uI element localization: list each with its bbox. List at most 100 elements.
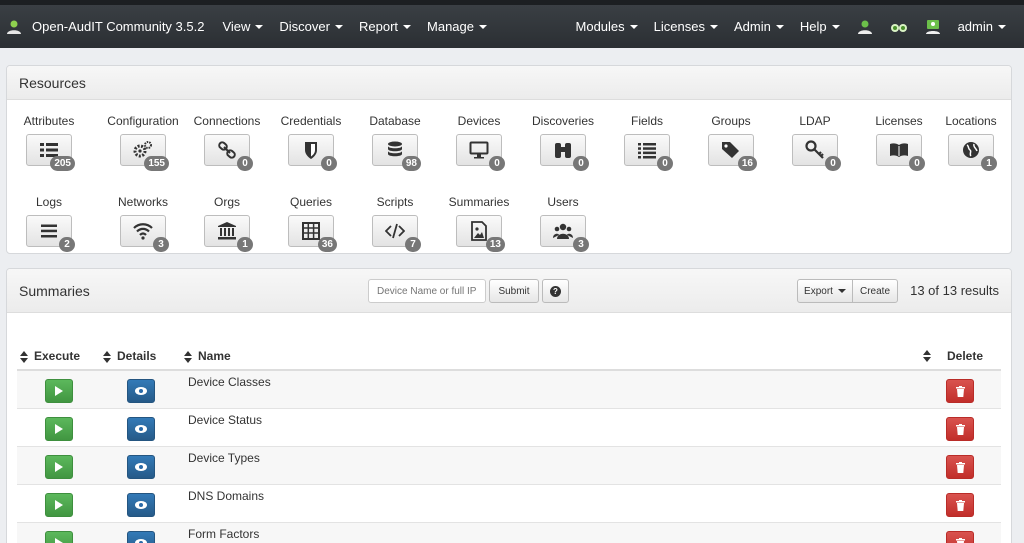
top-navbar: Open-AudIT Community 3.5.2 View Discover…: [0, 0, 1024, 48]
sort-icon[interactable]: [923, 350, 931, 362]
menu-view[interactable]: View: [214, 5, 271, 48]
column-details[interactable]: Details: [103, 349, 156, 363]
resource-fields[interactable]: Fields 0: [605, 114, 689, 171]
resource-tile[interactable]: 0: [540, 134, 589, 171]
delete-button[interactable]: [946, 455, 974, 479]
resource-groups[interactable]: Groups 16: [689, 114, 773, 171]
table-row: Device Types: [17, 447, 1001, 485]
submit-button[interactable]: Submit: [489, 279, 539, 303]
resource-tile[interactable]: 1: [204, 215, 253, 252]
play-icon: [55, 386, 63, 396]
delete-button[interactable]: [946, 531, 974, 543]
menu-licenses-label: Licenses: [653, 19, 705, 34]
resource-tile[interactable]: 7: [372, 215, 421, 252]
resource-tile[interactable]: 13: [456, 215, 505, 252]
menu-admin[interactable]: Admin: [726, 5, 792, 48]
desktop-icon: [469, 141, 489, 159]
device-search-input[interactable]: [368, 279, 486, 303]
chevron-down-icon: [775, 24, 784, 29]
menu-manage-label: Manage: [427, 19, 474, 34]
globe-icon: [963, 142, 979, 158]
resource-scripts[interactable]: Scripts 7: [353, 195, 437, 252]
nav-monitor-button[interactable]: [916, 5, 950, 48]
resource-tile[interactable]: 0: [876, 134, 925, 171]
resource-label: Locations: [945, 114, 997, 128]
details-button[interactable]: [127, 455, 155, 479]
menu-report[interactable]: Report: [351, 5, 419, 48]
resource-credentials[interactable]: Credentials 0: [269, 114, 353, 171]
resource-tile[interactable]: 98: [372, 134, 421, 171]
resource-database[interactable]: Database 98: [353, 114, 437, 171]
sort-icon: [20, 350, 28, 363]
execute-button[interactable]: [45, 493, 73, 517]
sort-icon: [103, 350, 111, 363]
menu-discover[interactable]: Discover: [271, 5, 351, 48]
resource-tile[interactable]: 36: [288, 215, 337, 252]
nav-audit-button[interactable]: [882, 5, 916, 48]
count-badge: 16: [737, 156, 757, 171]
menu-licenses[interactable]: Licenses: [646, 5, 726, 48]
count-badge: 36: [317, 237, 337, 252]
resource-tile[interactable]: 205: [26, 134, 75, 171]
resource-tile[interactable]: 0: [288, 134, 337, 171]
nav-user-button[interactable]: [848, 5, 882, 48]
user-icon: [857, 20, 872, 34]
resource-tile[interactable]: 2: [26, 215, 75, 252]
count-badge: 0: [909, 156, 925, 171]
trash-icon: [955, 385, 965, 397]
resource-tile[interactable]: 3: [120, 215, 169, 252]
resource-queries[interactable]: Queries 36: [269, 195, 353, 252]
resource-tile[interactable]: 0: [456, 134, 505, 171]
resource-connections[interactable]: Connections 0: [185, 114, 269, 171]
resource-devices[interactable]: Devices 0: [437, 114, 521, 171]
help-button[interactable]: ?: [542, 279, 569, 303]
resource-ldap[interactable]: LDAP 0: [773, 114, 857, 171]
execute-button[interactable]: [45, 455, 73, 479]
column-execute[interactable]: Execute: [20, 349, 80, 363]
resource-tile[interactable]: 16: [708, 134, 757, 171]
resource-summaries[interactable]: Summaries 13: [437, 195, 521, 252]
resource-locations[interactable]: Locations 1: [929, 114, 1011, 171]
details-button[interactable]: [127, 379, 155, 403]
resource-label: Devices: [457, 114, 501, 128]
resource-discoveries[interactable]: Discoveries 0: [521, 114, 605, 171]
resource-tile[interactable]: 3: [540, 215, 589, 252]
count-badge: 0: [321, 156, 337, 171]
resource-tile[interactable]: 155: [120, 134, 169, 171]
execute-button[interactable]: [45, 417, 73, 441]
resource-logs[interactable]: Logs 2: [7, 195, 91, 252]
resource-label: Users: [547, 195, 579, 209]
brand-link[interactable]: Open-AudIT Community 3.5.2: [0, 19, 214, 35]
menu-user[interactable]: admin: [950, 5, 1024, 48]
resource-orgs[interactable]: Orgs 1: [185, 195, 269, 252]
resource-label: Fields: [630, 114, 663, 128]
chevron-down-icon: [334, 24, 343, 29]
create-button[interactable]: Create: [852, 279, 898, 303]
menu-help[interactable]: Help: [792, 5, 848, 48]
resource-attributes[interactable]: Attributes 205: [7, 114, 91, 171]
column-name[interactable]: Name: [184, 349, 231, 363]
details-button[interactable]: [127, 493, 155, 517]
resource-users[interactable]: Users 3: [521, 195, 605, 252]
resources-grid: Attributes 205 Configuration 155 Connect…: [7, 100, 1011, 253]
binoculars-icon: [890, 23, 907, 32]
resource-label: Database: [369, 114, 421, 128]
execute-button[interactable]: [45, 379, 73, 403]
resource-configuration[interactable]: Configuration 155: [101, 114, 185, 171]
resource-networks[interactable]: Networks 3: [101, 195, 185, 252]
export-button[interactable]: Export: [797, 279, 853, 303]
resource-tile[interactable]: 0: [792, 134, 841, 171]
delete-button[interactable]: [946, 379, 974, 403]
details-button[interactable]: [127, 531, 155, 543]
menu-manage[interactable]: Manage: [419, 5, 495, 48]
details-button[interactable]: [127, 417, 155, 441]
delete-button[interactable]: [946, 417, 974, 441]
resource-tile[interactable]: 0: [204, 134, 253, 171]
eye-icon: [135, 539, 147, 543]
menu-modules[interactable]: Modules: [568, 5, 646, 48]
resource-tile[interactable]: 0: [624, 134, 673, 171]
execute-button[interactable]: [45, 531, 73, 543]
resource-label: Scripts: [376, 195, 414, 209]
resource-tile[interactable]: 1: [948, 134, 997, 171]
delete-button[interactable]: [946, 493, 974, 517]
